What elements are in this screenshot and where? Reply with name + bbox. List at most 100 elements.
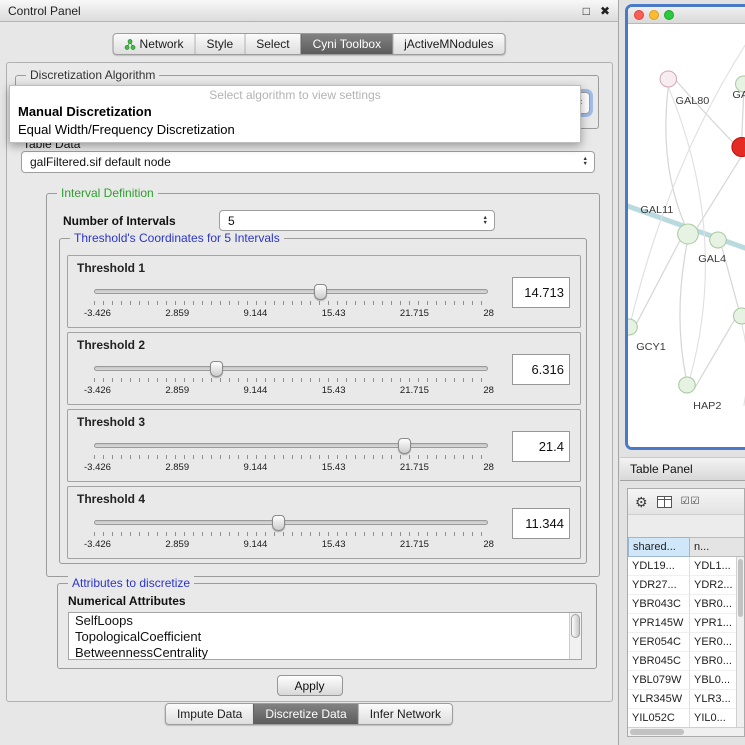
attribute-item-betweennesscentrality[interactable]: BetweennessCentrality — [69, 645, 581, 660]
attribute-item-topologicalcoefficient[interactable]: TopologicalCoefficient — [69, 629, 581, 645]
screen: Control Panel □ ✖ Network Style Select — [0, 0, 745, 745]
threshold-2-slider-thumb[interactable] — [210, 361, 223, 377]
cell-shared-name[interactable]: YBR043C — [628, 595, 690, 614]
tab-style[interactable]: Style — [195, 34, 245, 54]
column-header-shared-name[interactable]: shared... — [628, 537, 690, 557]
table-horizontal-scrollbar[interactable] — [628, 727, 744, 736]
threshold-2-value-field[interactable] — [512, 354, 570, 385]
cell-shared-name[interactable]: YPR145W — [628, 614, 690, 633]
tab-network[interactable]: Network — [114, 34, 195, 54]
threshold-3-slider-thumb[interactable] — [398, 438, 411, 454]
thresholds-group: Threshold's Coordinates for 5 Intervals … — [59, 238, 587, 564]
minimize-traffic-light-icon[interactable] — [649, 10, 659, 20]
table-row[interactable]: YBR043C YBR0... — [628, 595, 744, 614]
table-vertical-scrollbar-thumb[interactable] — [738, 559, 743, 617]
float-window-icon[interactable]: □ — [583, 5, 590, 17]
table-data-combobox[interactable]: galFiltered.sif default node ▲ ▼ — [21, 151, 595, 173]
numerical-attributes-label: Numerical Attributes — [68, 594, 186, 608]
select-checkboxes-icon[interactable]: ☑☑ — [681, 496, 701, 507]
scale-label: -3.426 — [84, 462, 111, 473]
table-row[interactable]: YBR045C YBR0... — [628, 652, 744, 671]
scale-label: 2.859 — [165, 539, 189, 550]
algorithm-option-equal-width[interactable]: Equal Width/Frequency Discretization — [10, 121, 580, 139]
cell-shared-name[interactable]: YER054C — [628, 633, 690, 652]
threshold-3-slider-area: -3.426 2.859 9.144 15.43 21.715 28 — [94, 436, 488, 480]
scale-label: 15.43 — [322, 539, 346, 550]
table-row[interactable]: YPR145W YPR1... — [628, 614, 744, 633]
gear-icon[interactable]: ⚙ — [635, 495, 648, 509]
threshold-2-scale-labels: -3.426 2.859 9.144 15.43 21.715 28 — [84, 385, 494, 396]
threshold-4-box: Threshold 4 -3.426 2.859 9.144 15.43 — [67, 486, 581, 559]
table-row[interactable]: YDL19... YDL1... — [628, 557, 744, 576]
threshold-4-slider-thumb[interactable] — [272, 515, 285, 531]
threshold-4-slider[interactable] — [94, 520, 488, 525]
tab-select[interactable]: Select — [244, 34, 300, 54]
scale-label: -3.426 — [84, 385, 111, 396]
scale-label: 9.144 — [244, 462, 268, 473]
attributes-scrollbar-thumb[interactable] — [571, 614, 580, 638]
network-graph: GAL80 GA GAL11 GAL4 GCY1 HAP2 — [628, 24, 745, 447]
columns-icon[interactable] — [657, 496, 672, 508]
attributes-scrollbar[interactable] — [569, 613, 581, 659]
tab-discretize-data[interactable]: Discretize Data — [253, 704, 357, 724]
column-header-name[interactable]: n... — [690, 537, 744, 557]
attribute-item-selfloops[interactable]: SelfLoops — [69, 613, 581, 629]
algorithm-option-manual[interactable]: Manual Discretization — [10, 103, 580, 121]
threshold-1-value-field[interactable] — [512, 277, 570, 308]
threshold-4-tick-marks — [94, 532, 488, 536]
scale-label: 15.43 — [322, 385, 346, 396]
threshold-2-box: Threshold 2 -3.426 2.859 9.144 15.43 — [67, 332, 581, 405]
network-node[interactable] — [733, 308, 745, 324]
scale-label: 21.715 — [400, 539, 429, 550]
threshold-3-slider[interactable] — [94, 443, 488, 448]
number-of-intervals-combobox[interactable]: 5 ▲ ▼ — [219, 210, 495, 231]
scale-label: 15.43 — [322, 308, 346, 319]
tab-jactivemnodules[interactable]: jActiveMNodules — [392, 34, 504, 54]
table-vertical-scrollbar[interactable] — [736, 557, 744, 728]
table-row[interactable]: YDR27... YDR2... — [628, 576, 744, 595]
tab-infer-network[interactable]: Infer Network — [358, 704, 452, 724]
number-of-intervals-label: Number of Intervals — [63, 214, 176, 228]
table-row[interactable]: YER054C YER0... — [628, 633, 744, 652]
threshold-3-value-field[interactable] — [512, 431, 570, 462]
tab-network-label: Network — [140, 37, 184, 51]
interval-definition-title: Interval Definition — [57, 186, 158, 200]
table-row[interactable]: YIL052C YIL0... — [628, 709, 744, 728]
network-node[interactable] — [628, 319, 637, 335]
table-row[interactable]: YLR345W YLR3... — [628, 690, 744, 709]
table-row[interactable]: YBL079W YBL0... — [628, 671, 744, 690]
network-node[interactable] — [660, 71, 677, 87]
network-node[interactable] — [678, 224, 699, 244]
table-horizontal-scrollbar-thumb[interactable] — [630, 729, 684, 735]
cell-shared-name[interactable]: YDR27... — [628, 576, 690, 595]
attributes-group: Attributes to discretize Numerical Attri… — [57, 583, 597, 669]
cell-shared-name[interactable]: YDL19... — [628, 557, 690, 576]
threshold-4-label: Threshold 4 — [77, 492, 145, 506]
network-node[interactable] — [679, 377, 696, 393]
zoom-traffic-light-icon[interactable] — [664, 10, 674, 20]
network-node-selected[interactable] — [732, 138, 745, 157]
threshold-2-slider[interactable] — [94, 366, 488, 371]
network-node[interactable] — [710, 232, 727, 248]
scale-label: -3.426 — [84, 539, 111, 550]
threshold-4-value-field[interactable] — [512, 508, 570, 539]
threshold-1-slider-thumb[interactable] — [314, 284, 327, 300]
table-panel-title: Table Panel — [630, 462, 693, 476]
tab-infer-network-label: Infer Network — [370, 707, 441, 721]
apply-button[interactable]: Apply — [277, 675, 343, 696]
cell-shared-name[interactable]: YLR345W — [628, 690, 690, 709]
tab-impute-data[interactable]: Impute Data — [166, 704, 253, 724]
threshold-1-slider[interactable] — [94, 289, 488, 294]
scale-label: 21.715 — [400, 385, 429, 396]
close-window-icon[interactable]: ✖ — [600, 5, 610, 17]
tab-cyni-toolbox[interactable]: Cyni Toolbox — [301, 34, 392, 54]
cell-shared-name[interactable]: YBL079W — [628, 671, 690, 690]
node-label-gal11: GAL11 — [640, 204, 673, 216]
network-canvas[interactable]: GAL80 GA GAL11 GAL4 GCY1 HAP2 — [628, 24, 745, 447]
scale-label: 2.859 — [165, 308, 189, 319]
close-traffic-light-icon[interactable] — [634, 10, 644, 20]
threshold-3-label: Threshold 3 — [77, 415, 145, 429]
cell-shared-name[interactable]: YIL052C — [628, 709, 690, 728]
cell-shared-name[interactable]: YBR045C — [628, 652, 690, 671]
scale-label: 2.859 — [165, 385, 189, 396]
